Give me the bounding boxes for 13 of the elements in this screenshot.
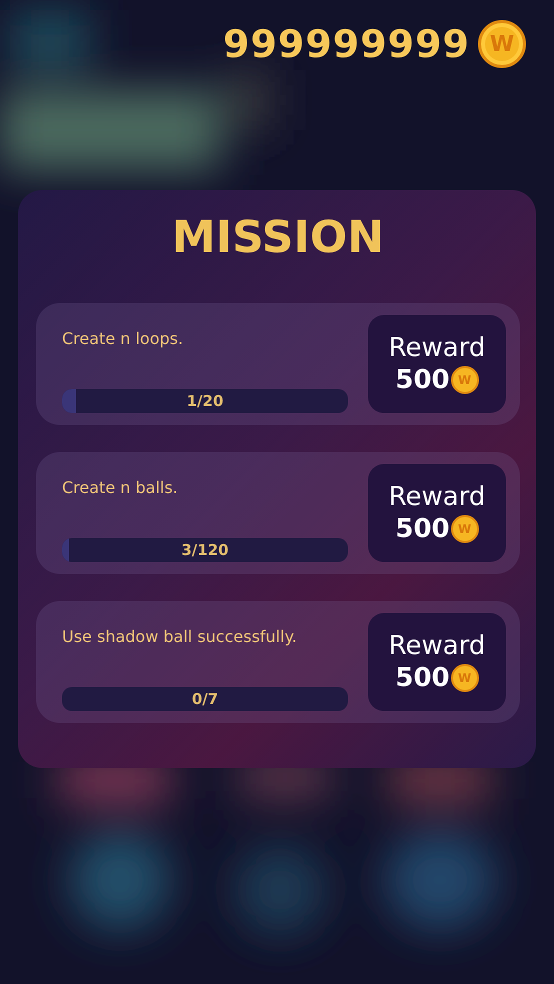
progress-count: 1/20 — [186, 392, 224, 410]
coin-icon: W — [450, 366, 479, 394]
progress-count: 3/120 — [181, 541, 229, 559]
coin-icon: W — [450, 515, 479, 543]
coin-balance: 999999999 — [223, 22, 470, 66]
coin-icon: W — [450, 664, 479, 692]
mission-description: Use shadow ball successfully. — [62, 627, 298, 646]
reward-button[interactable]: Reward 500 W — [368, 315, 506, 413]
reward-button[interactable]: Reward 500 W — [368, 613, 506, 711]
panel-title: MISSION — [170, 212, 386, 265]
mission-description: Create n balls. — [62, 478, 179, 497]
reward-button[interactable]: Reward 500 W — [368, 464, 506, 562]
mission-description: Create n loops. — [62, 329, 184, 348]
